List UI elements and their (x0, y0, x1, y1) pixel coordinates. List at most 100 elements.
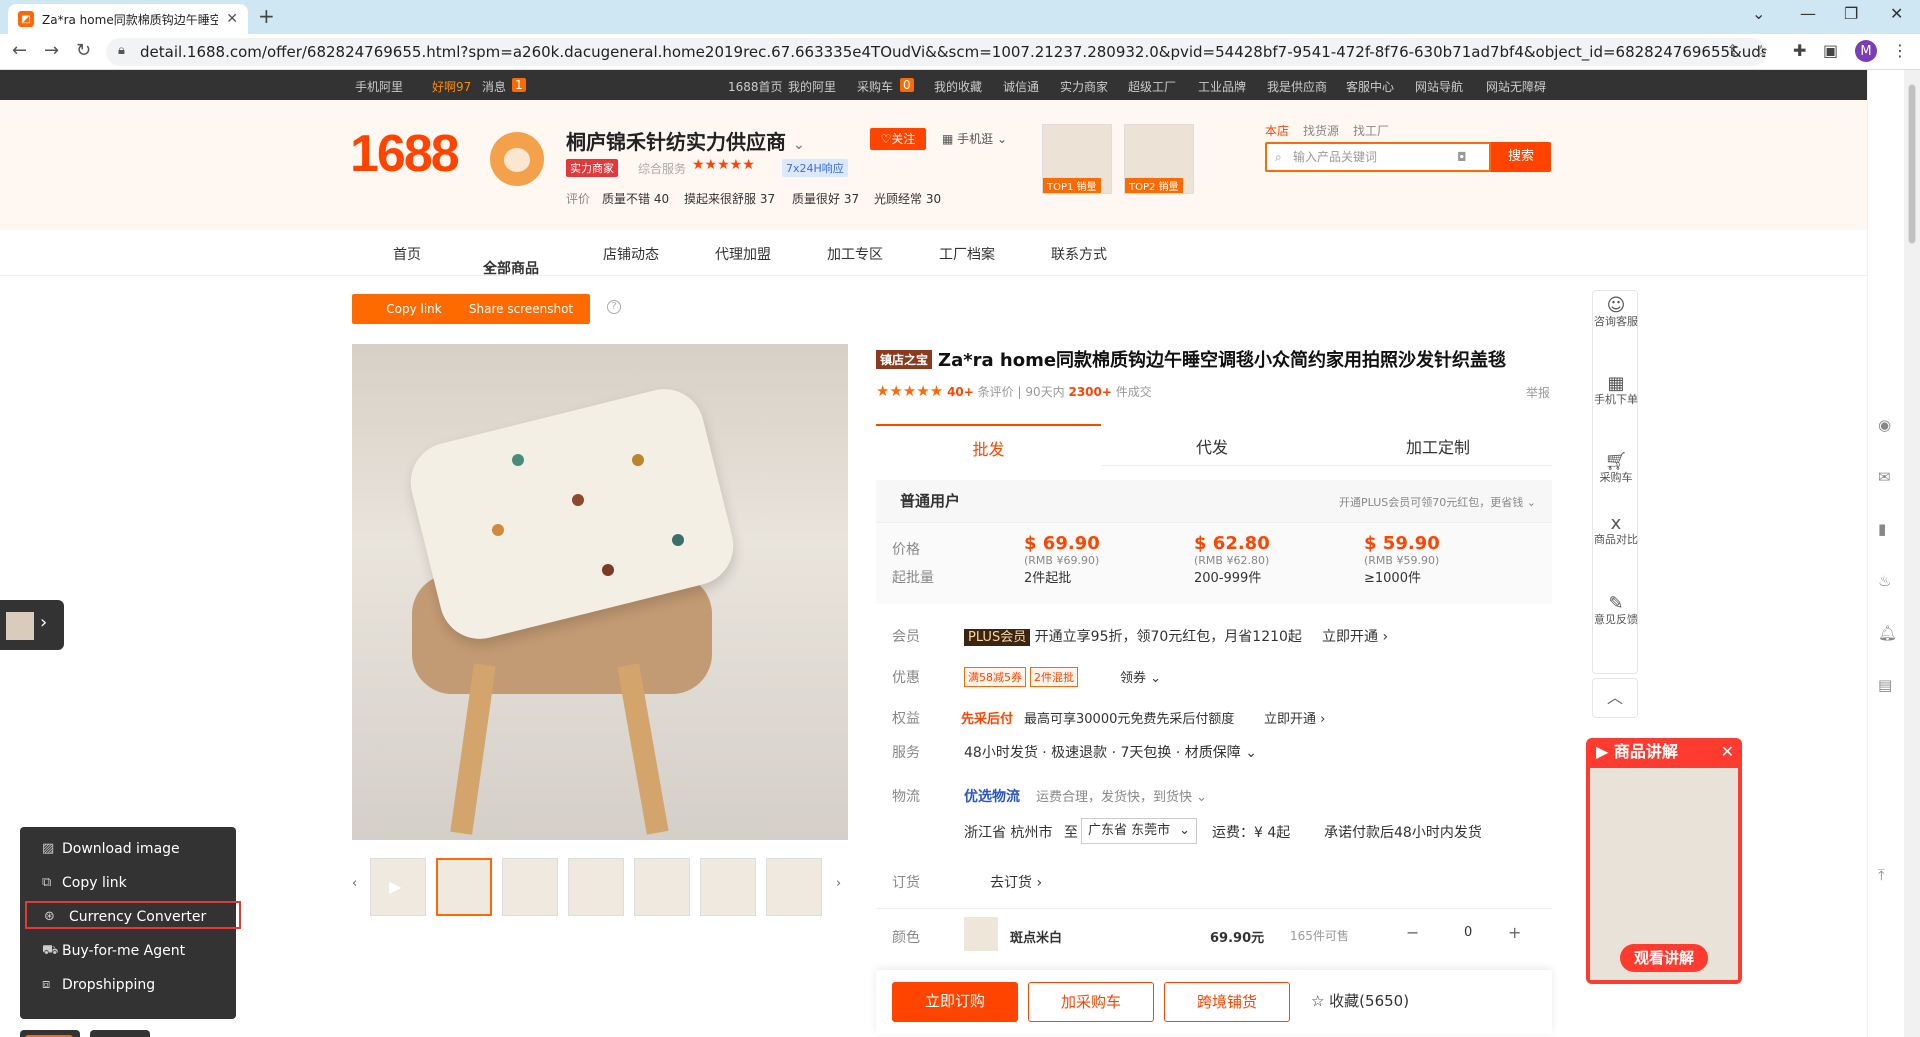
chevron-right-icon[interactable]: › (836, 876, 841, 891)
favorite-button[interactable]: ☆ 收藏(5650) (1300, 982, 1420, 1022)
product-main-image[interactable] (352, 344, 848, 840)
maximize-icon[interactable]: ❐ (1844, 4, 1858, 23)
follow-button[interactable]: ♡关注 (870, 128, 926, 150)
thumb-image[interactable] (634, 858, 690, 916)
minus-icon[interactable]: − (1406, 923, 1419, 942)
search-button[interactable]: 搜索 (1491, 142, 1551, 172)
qty-input[interactable]: 0 (1464, 925, 1472, 940)
topnav-site-nav[interactable]: 网站导航 (1415, 78, 1463, 95)
help-icon[interactable]: ? (607, 300, 621, 314)
close-window-icon[interactable]: ✕ (1890, 4, 1903, 23)
site-logo[interactable]: 1688 (350, 124, 460, 184)
tab-wholesale[interactable]: 批发 (876, 424, 1101, 466)
menu-copy-link[interactable]: ⧉ Copy link (40, 869, 220, 897)
topnav-cart[interactable]: 采购车 (857, 78, 893, 95)
menu-download-image[interactable]: ▨ Download image (40, 835, 220, 863)
extension-menu-button[interactable]: ☰ (20, 1030, 80, 1037)
tab-search-icon[interactable]: ⌄ (1752, 4, 1765, 23)
nav-contact[interactable]: 联系方式 (1051, 244, 1107, 264)
nav-home[interactable]: 首页 (393, 244, 421, 264)
consult-service-button[interactable]: ☺ 咨询客服 (1593, 297, 1639, 329)
thumb-video[interactable]: ▶ (370, 858, 426, 916)
scrollbar-thumb[interactable] (1908, 84, 1916, 244)
extension-chat-button[interactable]: 💬︎ (90, 1030, 150, 1037)
member-open-link[interactable]: 立即开通 › (1322, 626, 1388, 646)
forward-icon[interactable]: → (44, 40, 59, 61)
bookmark-icon[interactable]: ▮ (1878, 520, 1886, 538)
menu-currency-converter[interactable]: ⊛ Currency Converter (25, 901, 241, 929)
topnav-accessibility[interactable]: 网站无障碍 (1486, 78, 1546, 95)
product-video-card[interactable]: ▶ 商品讲解 ✕ 观看讲解 (1586, 738, 1742, 984)
thumb-image[interactable] (766, 858, 822, 916)
bell-icon[interactable]: 🔔︎ (1878, 624, 1897, 642)
tab-custom[interactable]: 加工定制 (1406, 434, 1470, 458)
notes-icon[interactable]: ▤ (1878, 676, 1892, 694)
menu-kebab-icon[interactable]: ⋮ (1892, 41, 1908, 60)
add-cart-button[interactable]: 加采购车 (1028, 982, 1154, 1022)
nav-processing[interactable]: 加工专区 (827, 244, 883, 264)
go-order-link[interactable]: 去订货 › (990, 872, 1042, 892)
profile-avatar[interactable]: M (1855, 40, 1877, 62)
plus-icon[interactable]: + (1508, 923, 1521, 942)
minimize-icon[interactable]: — (1800, 4, 1816, 23)
compare-button[interactable]: ⅹ 商品对比 (1593, 515, 1639, 547)
top1-product-thumb[interactable]: TOP1 销量 (1042, 124, 1112, 194)
sidepanel-icon[interactable]: ▣ (1823, 41, 1838, 60)
page-scrollbar[interactable] (1904, 70, 1920, 1037)
back-to-top-button[interactable]: ︿ (1592, 678, 1638, 718)
nav-factory-profile[interactable]: 工厂档案 (939, 244, 995, 264)
menu-dropshipping[interactable]: ⧈ Dropshipping (40, 971, 220, 999)
topnav-chengxin[interactable]: 诚信通 (1003, 78, 1039, 95)
watch-video-button[interactable]: 观看讲解 (1620, 944, 1708, 972)
rail-icon[interactable]: ♨ (1878, 572, 1891, 590)
topnav-user[interactable]: 好啊97 (432, 78, 471, 95)
share-screenshot-button[interactable]: Share screenshot (452, 294, 590, 324)
nav-agency[interactable]: 代理加盟 (715, 244, 771, 264)
destination-select[interactable]: 广东省 东莞市 ⌄ (1081, 818, 1197, 844)
topnav-favorites[interactable]: 我的收藏 (934, 78, 982, 95)
topnav-service-center[interactable]: 客服中心 (1346, 78, 1394, 95)
topnav-my-ali[interactable]: 我的阿里 (788, 78, 836, 95)
address-bar[interactable]: 🔒︎ detail.1688.com/offer/682824769655.ht… (106, 38, 1766, 66)
topnav-home[interactable]: 1688首页 (728, 78, 783, 95)
mail-icon[interactable]: ✉ (1878, 468, 1891, 486)
extensions-icon[interactable]: ✚ (1793, 41, 1806, 60)
cart-button[interactable]: 🛒︎ 采购车 (1593, 453, 1639, 485)
scroll-top-icon[interactable]: ⤒ (1878, 866, 1885, 884)
browser-tab[interactable]: ◩ Za*ra home同款棉质钩边午睡空 ✕ (8, 4, 248, 34)
nav-shop-news[interactable]: 店铺动态 (603, 244, 659, 264)
search-input[interactable]: ⌕ 输入产品关键词 ◘ (1265, 142, 1491, 172)
scope-this-shop[interactable]: 本店 (1265, 124, 1289, 138)
scope-find-factory[interactable]: 找工厂 (1353, 124, 1389, 138)
rail-icon[interactable]: ◉ (1878, 416, 1891, 434)
sku-thumb[interactable] (964, 917, 998, 951)
cross-border-button[interactable]: 跨境铺货 (1164, 982, 1290, 1022)
reload-icon[interactable]: ↻ (76, 40, 91, 61)
feedback-button[interactable]: ✎ 意见反馈 (1593, 595, 1639, 627)
mobile-shop-link[interactable]: ▦ 手机逛 ⌄ (942, 130, 1007, 147)
buy-now-button[interactable]: 立即订购 (892, 982, 1018, 1022)
tab-dropship[interactable]: 代发 (1196, 434, 1228, 458)
extension-collapsed-panel[interactable]: › (0, 600, 64, 650)
thumb-image[interactable] (436, 858, 492, 916)
chevron-left-icon[interactable]: ‹ (352, 876, 357, 891)
scope-find-source[interactable]: 找货源 (1303, 124, 1339, 138)
topnav-super-factory[interactable]: 超级工厂 (1128, 78, 1176, 95)
plus-promo-link[interactable]: 开通PLUS会员可领70元红包，更省钱 ⌄ (1339, 494, 1536, 510)
topnav-messages[interactable]: 消息 (482, 78, 506, 95)
topnav-power-merchant[interactable]: 实力商家 (1060, 78, 1108, 95)
logistics-text[interactable]: 运费合理，发货快，到货快 ⌄ (1036, 786, 1207, 805)
topnav-industrial-brand[interactable]: 工业品牌 (1198, 78, 1246, 95)
rights-open-link[interactable]: 立即开通 › (1264, 708, 1325, 727)
get-coupon-link[interactable]: 领券 ⌄ (1120, 667, 1161, 686)
top2-product-thumb[interactable]: TOP2 销量 (1124, 124, 1194, 194)
report-link[interactable]: 举报 (1526, 384, 1550, 401)
thumb-image[interactable] (700, 858, 756, 916)
topnav-mobile-ali[interactable]: 手机阿里 (355, 78, 403, 95)
share-icon[interactable]: ⇪ (1726, 41, 1739, 60)
new-tab-icon[interactable]: + (258, 4, 275, 28)
topnav-supplier[interactable]: 我是供应商 (1267, 78, 1327, 95)
back-icon[interactable]: ← (12, 40, 27, 61)
service-text[interactable]: 48小时发货 · 极速退款 · 7天包换 · 材质保障 ⌄ (964, 742, 1257, 762)
bookmark-star-icon[interactable]: ☆ (1754, 41, 1768, 60)
